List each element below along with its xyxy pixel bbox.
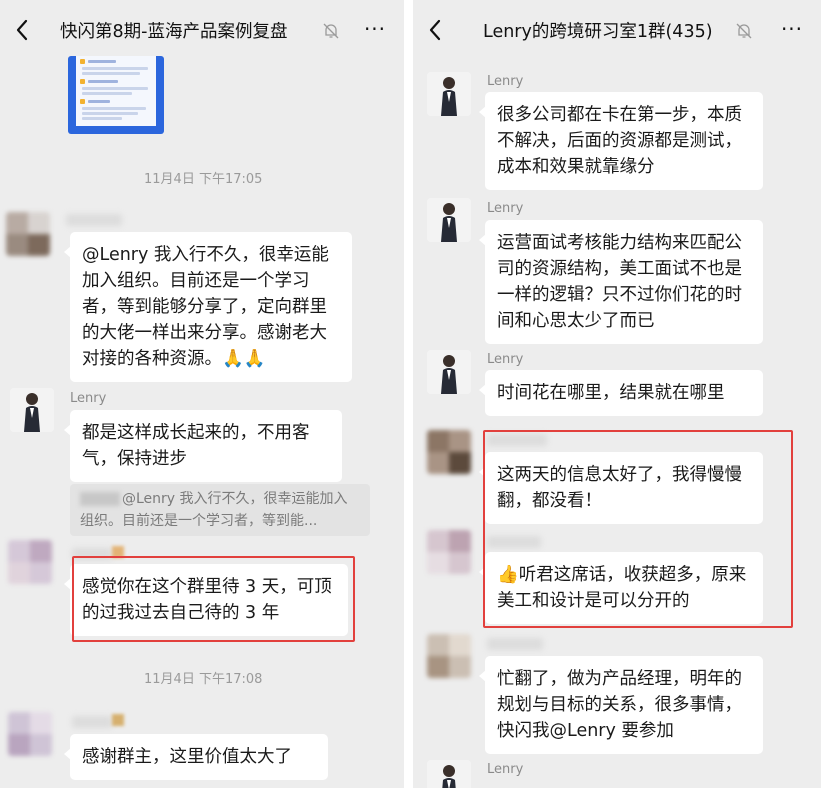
sender-name-blurred: [66, 214, 122, 226]
mute-bell-icon: [735, 22, 753, 40]
message-bubble[interactable]: 时间花在哪里，结果就在哪里: [479, 370, 763, 416]
chat-title: Lenry的跨境研习室1群(435): [483, 22, 713, 42]
avatar[interactable]: [427, 350, 471, 394]
quoted-reply[interactable]: @Lenry 我入行不久，很幸运能加入组织。目前还是一个学习者，等到能...: [70, 484, 370, 536]
avatar[interactable]: [6, 212, 50, 256]
chat-header: 快闪第8期-蓝海产品案例复盘 ···: [0, 0, 404, 62]
avatar[interactable]: [427, 634, 471, 678]
back-chevron-icon[interactable]: [421, 16, 449, 44]
avatar[interactable]: [427, 760, 471, 788]
message-bubble[interactable]: @Lenry 我入行不久，很幸运能加入组织。目前还是一个学习者，等到能够分享了，…: [64, 232, 352, 382]
avatar[interactable]: [427, 198, 471, 242]
chat-title: 快闪第8期-蓝海产品案例复盘: [60, 22, 288, 42]
mute-bell-icon: [322, 22, 340, 40]
message-bubble[interactable]: 都是这样成长起来的，不用客气，保持进步: [64, 410, 342, 482]
quoted-sender-blurred: [80, 492, 120, 506]
sender-name-blurred: [487, 638, 543, 650]
avatar[interactable]: [8, 712, 52, 756]
avatar[interactable]: [10, 388, 54, 432]
sender-name: Lenry: [487, 201, 524, 216]
highlight-box: [72, 556, 355, 642]
avatar[interactable]: [427, 530, 471, 574]
avatar[interactable]: [8, 540, 52, 584]
avatar[interactable]: [427, 72, 471, 116]
more-dots-icon[interactable]: ···: [362, 16, 388, 42]
timestamp: 11月4日 下午17:05: [144, 172, 263, 187]
avatar[interactable]: [427, 430, 471, 474]
message-bubble[interactable]: 运营面试考核能力结构来匹配公司的资源结构，美工面试不也是一样的逻辑？只不过你们花…: [479, 220, 763, 344]
sender-name: Lenry: [70, 391, 107, 406]
highlight-box: [483, 430, 793, 628]
chat-window-left: 快闪第8期-蓝海产品案例复盘 ··· 11月4日 下午17:05 @Lenry …: [0, 0, 404, 788]
back-chevron-icon[interactable]: [8, 16, 36, 44]
shared-document-card[interactable]: [68, 56, 164, 134]
message-bubble[interactable]: 感谢群主，这里价值太大了: [64, 734, 328, 780]
sender-name: Lenry: [487, 762, 524, 777]
chat-window-right: Lenry的跨境研习室1群(435) ··· Lenry 很多公司都在卡在第一步…: [413, 0, 821, 788]
chat-header: Lenry的跨境研习室1群(435) ···: [413, 0, 821, 62]
message-bubble[interactable]: 很多公司都在卡在第一步，本质不解决，后面的资源都是测试，成本和效果就靠缘分: [479, 92, 763, 190]
message-bubble[interactable]: 忙翻了，做为产品经理，明年的规划与目标的关系，很多事情，快闪我@Lenry 要参…: [479, 656, 763, 754]
sender-name-blurred: [72, 716, 112, 728]
sender-name: Lenry: [487, 74, 524, 89]
sender-name: Lenry: [487, 352, 524, 367]
timestamp: 11月4日 下午17:08: [144, 672, 263, 687]
more-dots-icon[interactable]: ···: [779, 16, 805, 42]
sender-badge-blurred: [112, 714, 124, 726]
quoted-text: @Lenry 我入行不久，很幸运能加入组织。目前还是一个学习者，等到能...: [80, 491, 348, 529]
